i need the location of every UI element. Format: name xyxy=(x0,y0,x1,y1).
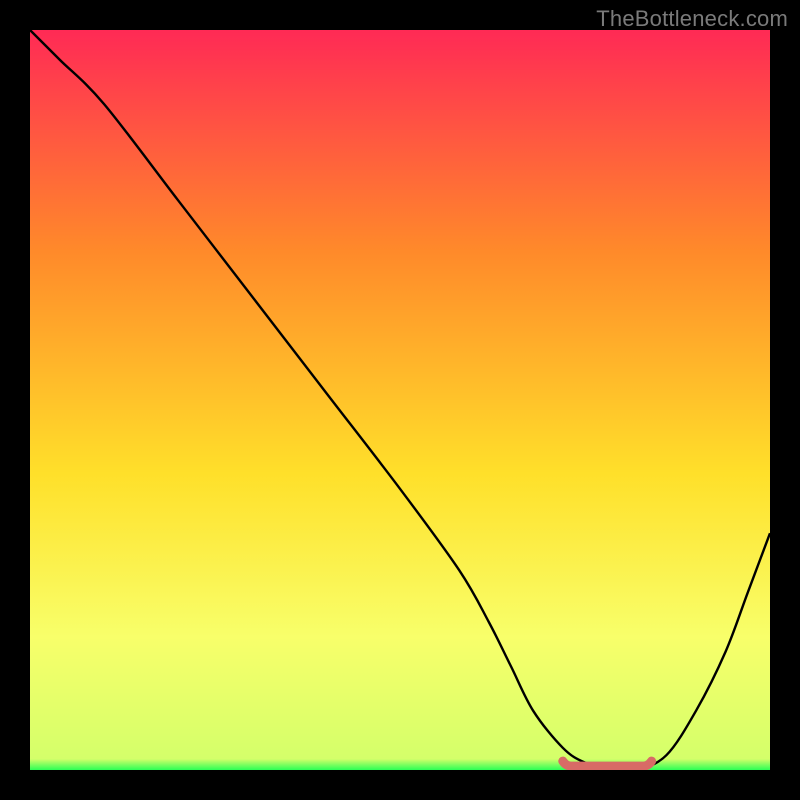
plot-area xyxy=(30,30,770,770)
gradient-background xyxy=(30,30,770,770)
chart-frame: TheBottleneck.com xyxy=(0,0,800,800)
bottleneck-chart xyxy=(30,30,770,770)
watermark-text: TheBottleneck.com xyxy=(596,6,788,32)
optimal-range-marker xyxy=(563,761,652,766)
